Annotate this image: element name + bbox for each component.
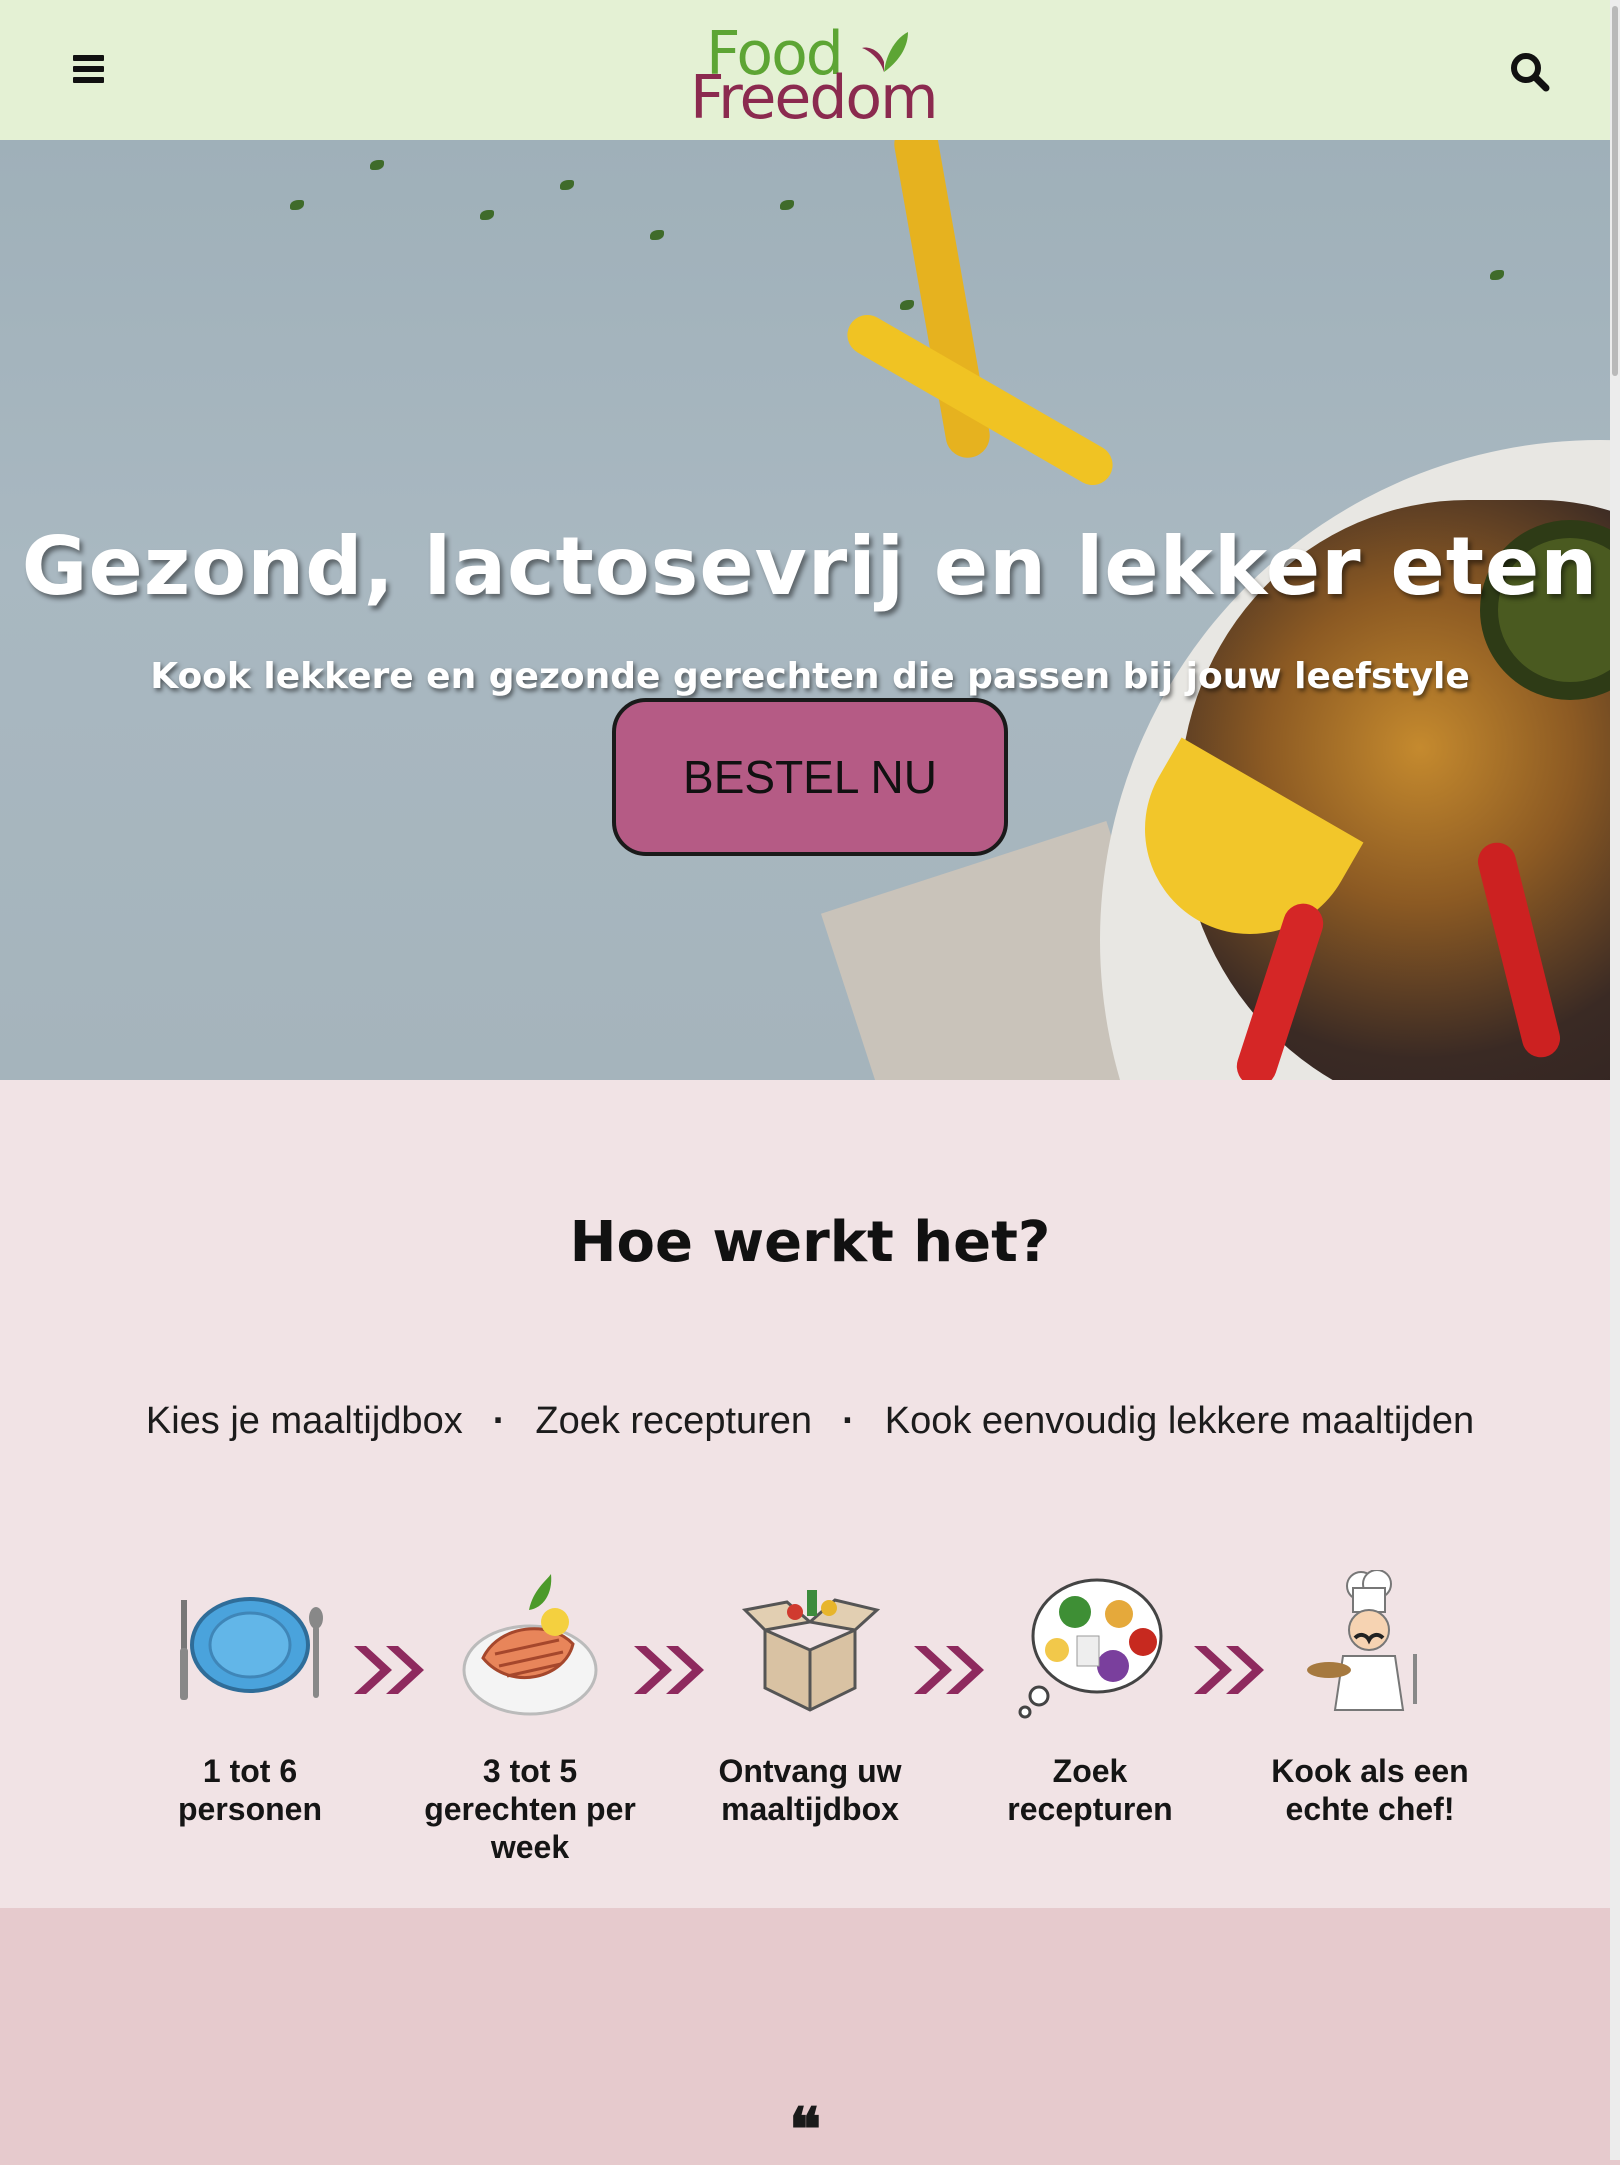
double-chevron-icon (914, 1646, 984, 1694)
plate-cutlery-icon (180, 1597, 323, 1700)
site-header: Food Freedom (0, 0, 1620, 140)
double-chevron-icon (634, 1646, 704, 1694)
summary-item: Zoek recepturen (535, 1400, 813, 1442)
step-card: 3 tot 5 gerechten per week (420, 1570, 640, 1866)
step-card: 1 tot 6 personen (140, 1570, 360, 1828)
hero-herb (370, 160, 384, 170)
hero-herb (780, 200, 794, 210)
leaf-icon (862, 32, 908, 72)
hero-banner: Gezond, lactosevrij en lekker eten Kook … (0, 140, 1620, 1080)
step-card: Kook als een echte chef! (1260, 1569, 1480, 1828)
step-label: 3 tot 5 gerechten per week (424, 1753, 636, 1865)
hero-herb (1490, 270, 1504, 280)
chef-icon (1307, 1569, 1417, 1711)
hero-herb (560, 180, 574, 190)
summary-item: Kies je maaltijdbox (145, 1400, 463, 1442)
double-chevron-icon (354, 1646, 424, 1694)
how-it-works-section: Hoe werkt het? Kies je maaltijdbox · Zoek … (0, 1080, 1620, 1908)
hero-herb (290, 200, 304, 210)
step-label: Ontvang uw maaltijdbox (718, 1753, 902, 1827)
scrollbar-thumb[interactable] (1612, 6, 1618, 376)
separator-dot: · (492, 1400, 506, 1442)
step-card: Zoek recepturen (980, 1570, 1200, 1828)
step-card: Ontvang uw maaltijdbox (700, 1570, 920, 1828)
food-thought-icon (1018, 1578, 1163, 1719)
logo[interactable]: Food Freedom (690, 24, 940, 128)
menu-icon[interactable] (70, 52, 110, 86)
search-icon[interactable] (1508, 50, 1552, 94)
hero-pepper (840, 307, 1120, 493)
quote-icon: ❝ (789, 2095, 822, 2165)
separator-dot: · (842, 1400, 855, 1442)
steps-summary: Kies je maaltijdbox · Zoek recepturen · Kook… (0, 1400, 1620, 1443)
double-chevron-icon (1194, 1646, 1264, 1694)
testimonial-section: ❝ (0, 1908, 1620, 2160)
step-label: Kook als een echte chef! (1271, 1753, 1469, 1827)
hero-herb (900, 300, 914, 310)
hero-herb (480, 210, 494, 220)
logo-text-freedom: Freedom (690, 63, 939, 133)
section-title: Hoe werkt het? (569, 1210, 1051, 1275)
hero-subtitle: Kook lekkere en gezonde gerechten die pa… (150, 656, 1470, 697)
salmon-dish-icon (462, 1574, 598, 1716)
step-label: 1 tot 6 personen (177, 1753, 323, 1827)
order-now-button[interactable]: BESTEL NU (612, 698, 1008, 856)
hero-title: Gezond, lactosevrij en lekker eten (21, 520, 1599, 613)
grocery-box-icon (741, 1590, 881, 1712)
summary-item: Kook eenvoudig lekkere maaltijden (884, 1400, 1475, 1442)
hero-herb (650, 230, 664, 240)
step-label: Zoek recepturen (1007, 1753, 1173, 1827)
